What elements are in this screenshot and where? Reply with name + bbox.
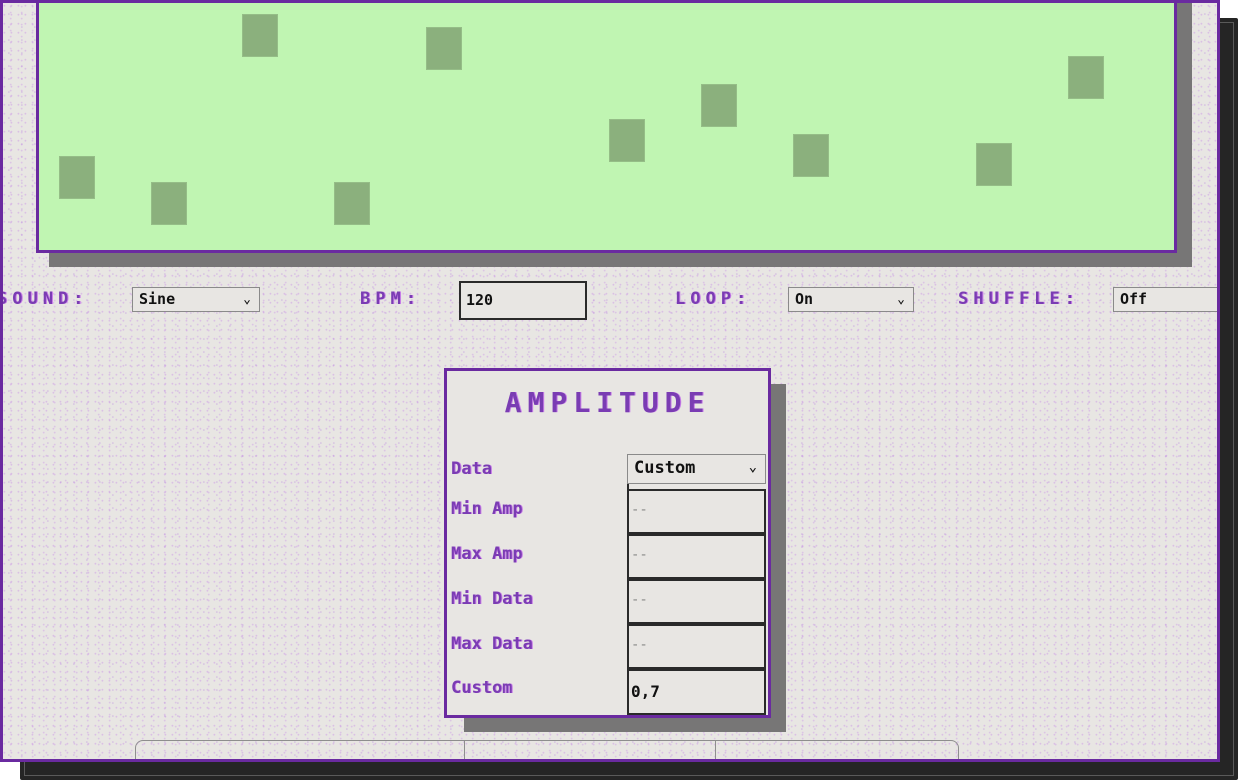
step-block[interactable] xyxy=(334,181,371,225)
step-block[interactable] xyxy=(792,133,829,177)
chevron-down-icon: ⌄ xyxy=(748,459,757,475)
step-block[interactable] xyxy=(425,27,462,71)
sequencer-grid[interactable] xyxy=(36,3,1177,253)
custom-label: Custom xyxy=(451,678,513,698)
max-data-input[interactable]: -- xyxy=(627,624,766,669)
step-block[interactable] xyxy=(59,155,95,199)
step-block[interactable] xyxy=(700,83,737,127)
sound-select-value: Sine xyxy=(139,290,176,308)
min-amp-input[interactable]: -- xyxy=(627,489,766,534)
shuffle-select[interactable]: Off xyxy=(1113,287,1217,312)
shuffle-label: SHUFFLE: xyxy=(958,289,1080,309)
chevron-down-icon: ⌄ xyxy=(897,292,905,307)
data-select-value: Custom xyxy=(634,458,696,478)
shuffle-select-value: Off xyxy=(1120,290,1148,308)
max-data-label: Max Data xyxy=(451,634,533,654)
chevron-down-icon: ⌄ xyxy=(243,292,251,307)
max-amp-label: Max Amp xyxy=(451,544,523,564)
step-block[interactable] xyxy=(242,14,279,58)
data-label: Data xyxy=(451,459,492,479)
loop-select-value: On xyxy=(795,290,814,308)
amplitude-title: AMPLITUDE xyxy=(504,386,711,419)
app-frame: SOUND: Sine ⌄ BPM: 120 LOOP: On ⌄ SHUFFL… xyxy=(0,0,1220,762)
min-data-label: Min Data xyxy=(451,589,533,609)
bpm-input[interactable]: 120 xyxy=(459,281,587,320)
max-amp-input[interactable]: -- xyxy=(627,534,766,579)
bpm-label: BPM: xyxy=(360,289,421,309)
step-block[interactable] xyxy=(150,181,187,225)
sound-select[interactable]: Sine ⌄ xyxy=(132,287,260,312)
amplitude-panel: AMPLITUDE Data Custom ⌄ Min Amp -- Max A… xyxy=(444,368,771,718)
min-data-input[interactable]: -- xyxy=(627,579,766,624)
step-block[interactable] xyxy=(609,118,646,162)
data-select[interactable]: Custom ⌄ xyxy=(627,454,766,484)
min-amp-label: Min Amp xyxy=(451,499,523,519)
loop-select[interactable]: On ⌄ xyxy=(788,287,914,312)
loop-label: LOOP: xyxy=(675,289,752,309)
step-block[interactable] xyxy=(1067,55,1104,99)
tab-2[interactable] xyxy=(465,741,716,759)
tab-1[interactable] xyxy=(136,741,465,759)
step-block[interactable] xyxy=(976,142,1012,186)
tab-3[interactable] xyxy=(716,741,958,759)
custom-input[interactable]: 0,7 xyxy=(627,669,766,715)
bottom-tab-bar xyxy=(135,740,959,759)
sound-label: SOUND: xyxy=(0,289,89,309)
